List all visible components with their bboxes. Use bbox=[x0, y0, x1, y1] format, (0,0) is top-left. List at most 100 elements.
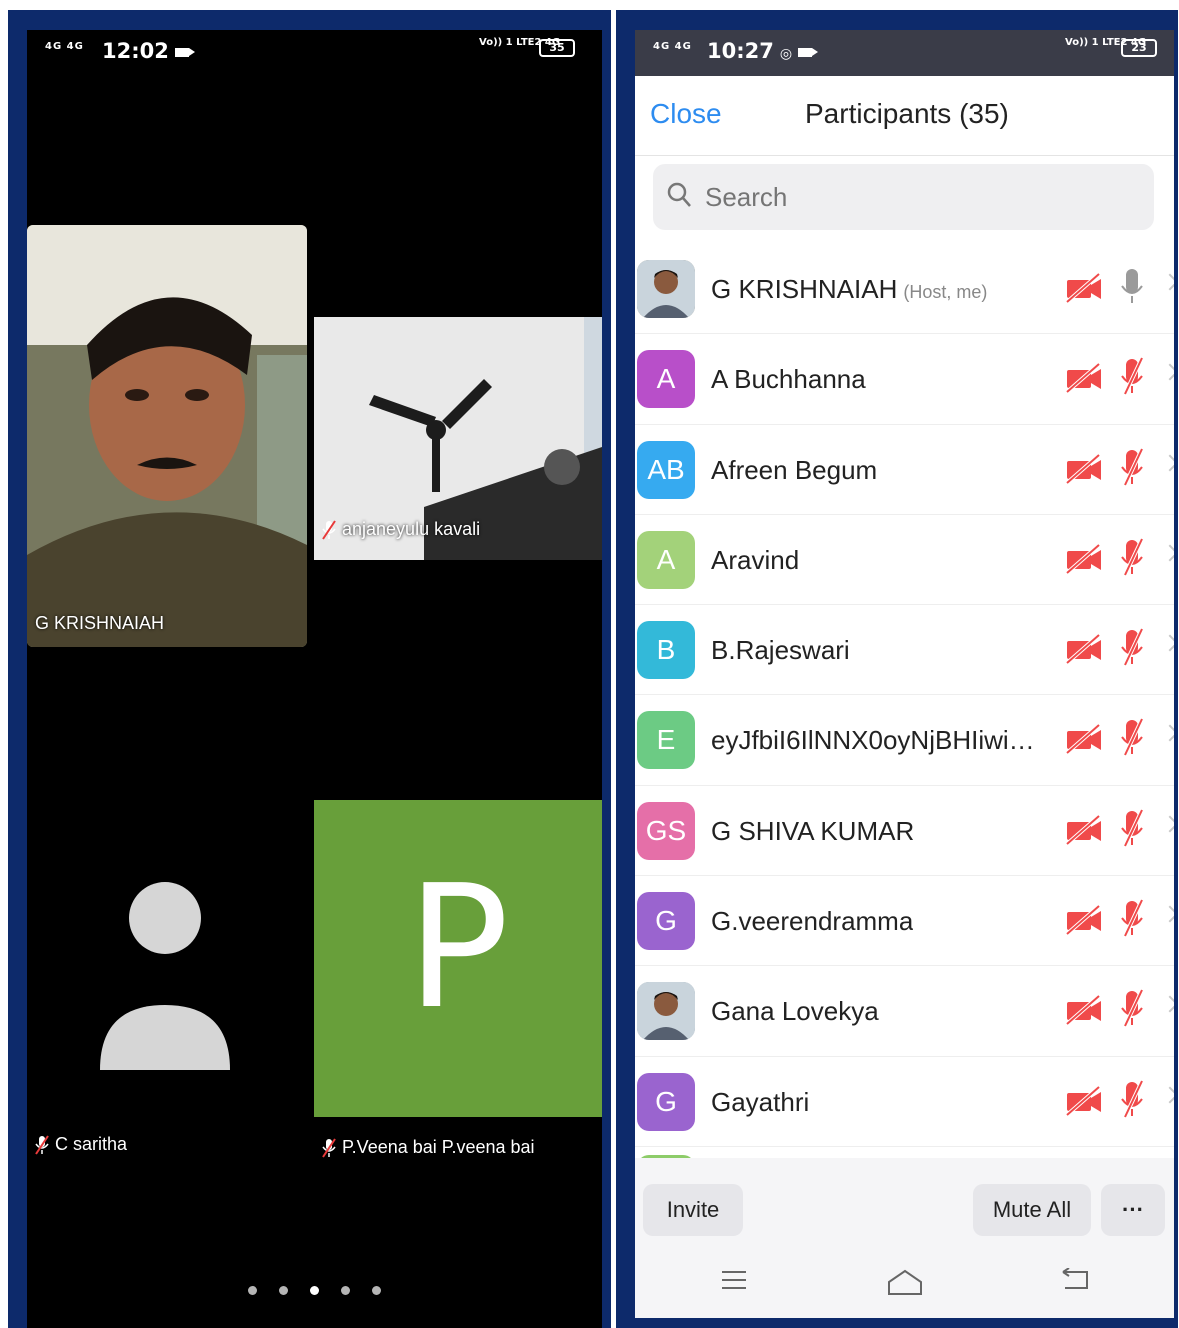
avatar-initials: E bbox=[656, 724, 676, 756]
video-record-icon bbox=[798, 47, 819, 57]
mic-off-icon[interactable] bbox=[1117, 1079, 1147, 1124]
participant-name-text: G.veerendramma bbox=[711, 906, 914, 937]
muted-mic-icon bbox=[35, 1135, 49, 1155]
tile-name-saritha: C saritha bbox=[35, 1134, 127, 1155]
close-button[interactable]: Close bbox=[650, 98, 722, 130]
participant-name-text: G KRISHNAIAH bbox=[711, 274, 898, 304]
page-indicator[interactable] bbox=[27, 1282, 602, 1300]
muted-mic-icon bbox=[322, 520, 336, 540]
mic-off-icon[interactable] bbox=[1117, 988, 1147, 1033]
tile-name-veena: P.Veena bai P.veena bai bbox=[322, 1137, 535, 1158]
status-bar: 4G 4G 10:27 ◎ Vo)) 1 LTE2 4G 23 bbox=[635, 30, 1174, 76]
clock: 10:27 ◎ bbox=[707, 39, 819, 63]
video-tile-saritha[interactable]: C saritha bbox=[27, 800, 307, 1160]
video-off-icon bbox=[1065, 904, 1103, 941]
participant-row[interactable]: A A Buchhanna bbox=[635, 334, 1174, 425]
mic-off-icon[interactable] bbox=[1117, 537, 1147, 582]
avatar bbox=[637, 260, 695, 318]
default-avatar-icon bbox=[100, 882, 230, 1070]
participant-row[interactable]: Gana Lovekya bbox=[635, 966, 1174, 1057]
mic-off-icon[interactable] bbox=[1117, 808, 1147, 853]
video-off-icon bbox=[1065, 362, 1103, 399]
participants-screen: 4G 4G 10:27 ◎ Vo)) 1 LTE2 4G 23 Close Par… bbox=[635, 30, 1174, 1318]
page-title: Participants (35) bbox=[805, 98, 1009, 129]
page-dot[interactable] bbox=[279, 1286, 288, 1295]
participant-row[interactable]: GS G SHIVA KUMAR bbox=[635, 786, 1174, 877]
mic-icon[interactable] bbox=[1117, 266, 1147, 311]
search-box[interactable] bbox=[653, 164, 1154, 230]
participant-row[interactable]: G G.veerendramma bbox=[635, 876, 1174, 967]
participant-list: G KRISHNAIAH (Host, me) A A Buchhanna AB Afre… bbox=[635, 244, 1174, 1147]
chevron-right-icon[interactable] bbox=[1161, 363, 1174, 381]
avatar: A bbox=[637, 530, 695, 589]
video-tile-host[interactable]: G KRISHNAIAH bbox=[27, 225, 307, 647]
clock: 12:02 bbox=[102, 39, 195, 63]
chevron-right-icon[interactable] bbox=[1161, 273, 1174, 291]
invite-button[interactable]: Invite bbox=[643, 1184, 743, 1236]
battery-indicator: 35 bbox=[539, 39, 575, 57]
video-off-icon bbox=[1065, 994, 1103, 1031]
video-off-icon bbox=[1065, 272, 1103, 309]
participant-row[interactable]: EeyJfbiI6IlNNX0oyNjBHIiwiX... bbox=[635, 695, 1174, 786]
participant-name: G SHIVA KUMAR bbox=[711, 816, 914, 847]
avatar bbox=[637, 982, 695, 1041]
participant-name: Aravind bbox=[711, 545, 799, 576]
meeting-gallery-screen: 4G 4G 12:02 Vo)) 1 LTE2 4G 35 G KRISHNAI… bbox=[27, 30, 602, 1328]
participant-name-text: Gayathri bbox=[711, 1086, 810, 1117]
participant-name-text: G SHIVA KUMAR bbox=[711, 815, 915, 846]
participant-row[interactable]: A Aravind bbox=[635, 515, 1174, 606]
mic-off-icon[interactable] bbox=[1117, 447, 1147, 492]
right-phone-frame: 4G 4G 10:27 ◎ Vo)) 1 LTE2 4G 23 Close Par… bbox=[616, 10, 1178, 1328]
mic-off-icon[interactable] bbox=[1117, 898, 1147, 943]
video-tile-veena[interactable]: P bbox=[314, 800, 602, 1117]
back-icon[interactable] bbox=[1061, 1267, 1089, 1297]
left-phone-frame: 4G 4G 12:02 Vo)) 1 LTE2 4G 35 G KRISHNAI… bbox=[8, 10, 611, 1328]
video-tile-anjaneyulu[interactable]: anjaneyulu kavali bbox=[314, 317, 602, 560]
chevron-right-icon[interactable] bbox=[1161, 995, 1174, 1013]
page-dot[interactable] bbox=[248, 1286, 257, 1295]
more-options-button[interactable]: ··· bbox=[1101, 1184, 1165, 1236]
video-off-icon bbox=[1065, 543, 1103, 580]
avatar-initials: AB bbox=[647, 453, 685, 485]
muted-mic-icon bbox=[322, 1138, 336, 1158]
avatar: GS bbox=[637, 801, 695, 860]
participant-name: eyJfbiI6IlNNX0oyNjBHIiwiX... bbox=[711, 725, 1036, 756]
search-input[interactable] bbox=[705, 182, 1125, 213]
page-dot-active[interactable] bbox=[310, 1286, 319, 1295]
chevron-right-icon[interactable] bbox=[1161, 815, 1174, 833]
mute-all-button[interactable]: Mute All bbox=[973, 1184, 1091, 1236]
initial-avatar: P bbox=[406, 849, 510, 1047]
avatar: E bbox=[637, 711, 695, 770]
participant-name: Gayathri bbox=[711, 1087, 809, 1118]
menu-icon[interactable] bbox=[721, 1268, 747, 1297]
home-icon[interactable] bbox=[887, 1268, 923, 1301]
chevron-right-icon[interactable] bbox=[1161, 905, 1174, 923]
page-dot[interactable] bbox=[372, 1286, 381, 1295]
video-off-icon bbox=[1065, 633, 1103, 670]
chevron-right-icon[interactable] bbox=[1161, 454, 1174, 472]
battery-indicator: 23 bbox=[1121, 39, 1157, 57]
signal-indicator: 4G 4G bbox=[653, 41, 692, 52]
chevron-right-icon[interactable] bbox=[1161, 724, 1174, 742]
video-off-icon bbox=[1065, 453, 1103, 490]
participants-header: Close Participants (35) bbox=[635, 76, 1174, 156]
tile-name-host: G KRISHNAIAH bbox=[35, 613, 165, 633]
participant-row[interactable]: B B.Rajeswari bbox=[635, 605, 1174, 696]
chevron-right-icon[interactable] bbox=[1161, 1086, 1174, 1104]
participant-row[interactable]: G Gayathri bbox=[635, 1057, 1174, 1147]
mic-off-icon[interactable] bbox=[1117, 356, 1147, 401]
system-nav-bar bbox=[635, 1252, 1174, 1318]
page-dot[interactable] bbox=[341, 1286, 350, 1295]
participant-row[interactable]: AB Afreen Begum bbox=[635, 425, 1174, 515]
mic-off-icon[interactable] bbox=[1117, 627, 1147, 672]
participant-name-text: Afreen Begum bbox=[711, 454, 878, 485]
chevron-right-icon[interactable] bbox=[1161, 634, 1174, 652]
whatsapp-icon: ◎ bbox=[779, 46, 793, 62]
participant-row[interactable]: G KRISHNAIAH (Host, me) bbox=[635, 244, 1174, 335]
chevron-right-icon[interactable] bbox=[1161, 544, 1174, 562]
participant-name: Afreen Begum bbox=[711, 455, 877, 486]
host-video-feed bbox=[27, 225, 307, 647]
avatar-initials: G bbox=[655, 905, 677, 937]
mic-off-icon[interactable] bbox=[1117, 717, 1147, 762]
video-off-icon bbox=[1065, 723, 1103, 760]
